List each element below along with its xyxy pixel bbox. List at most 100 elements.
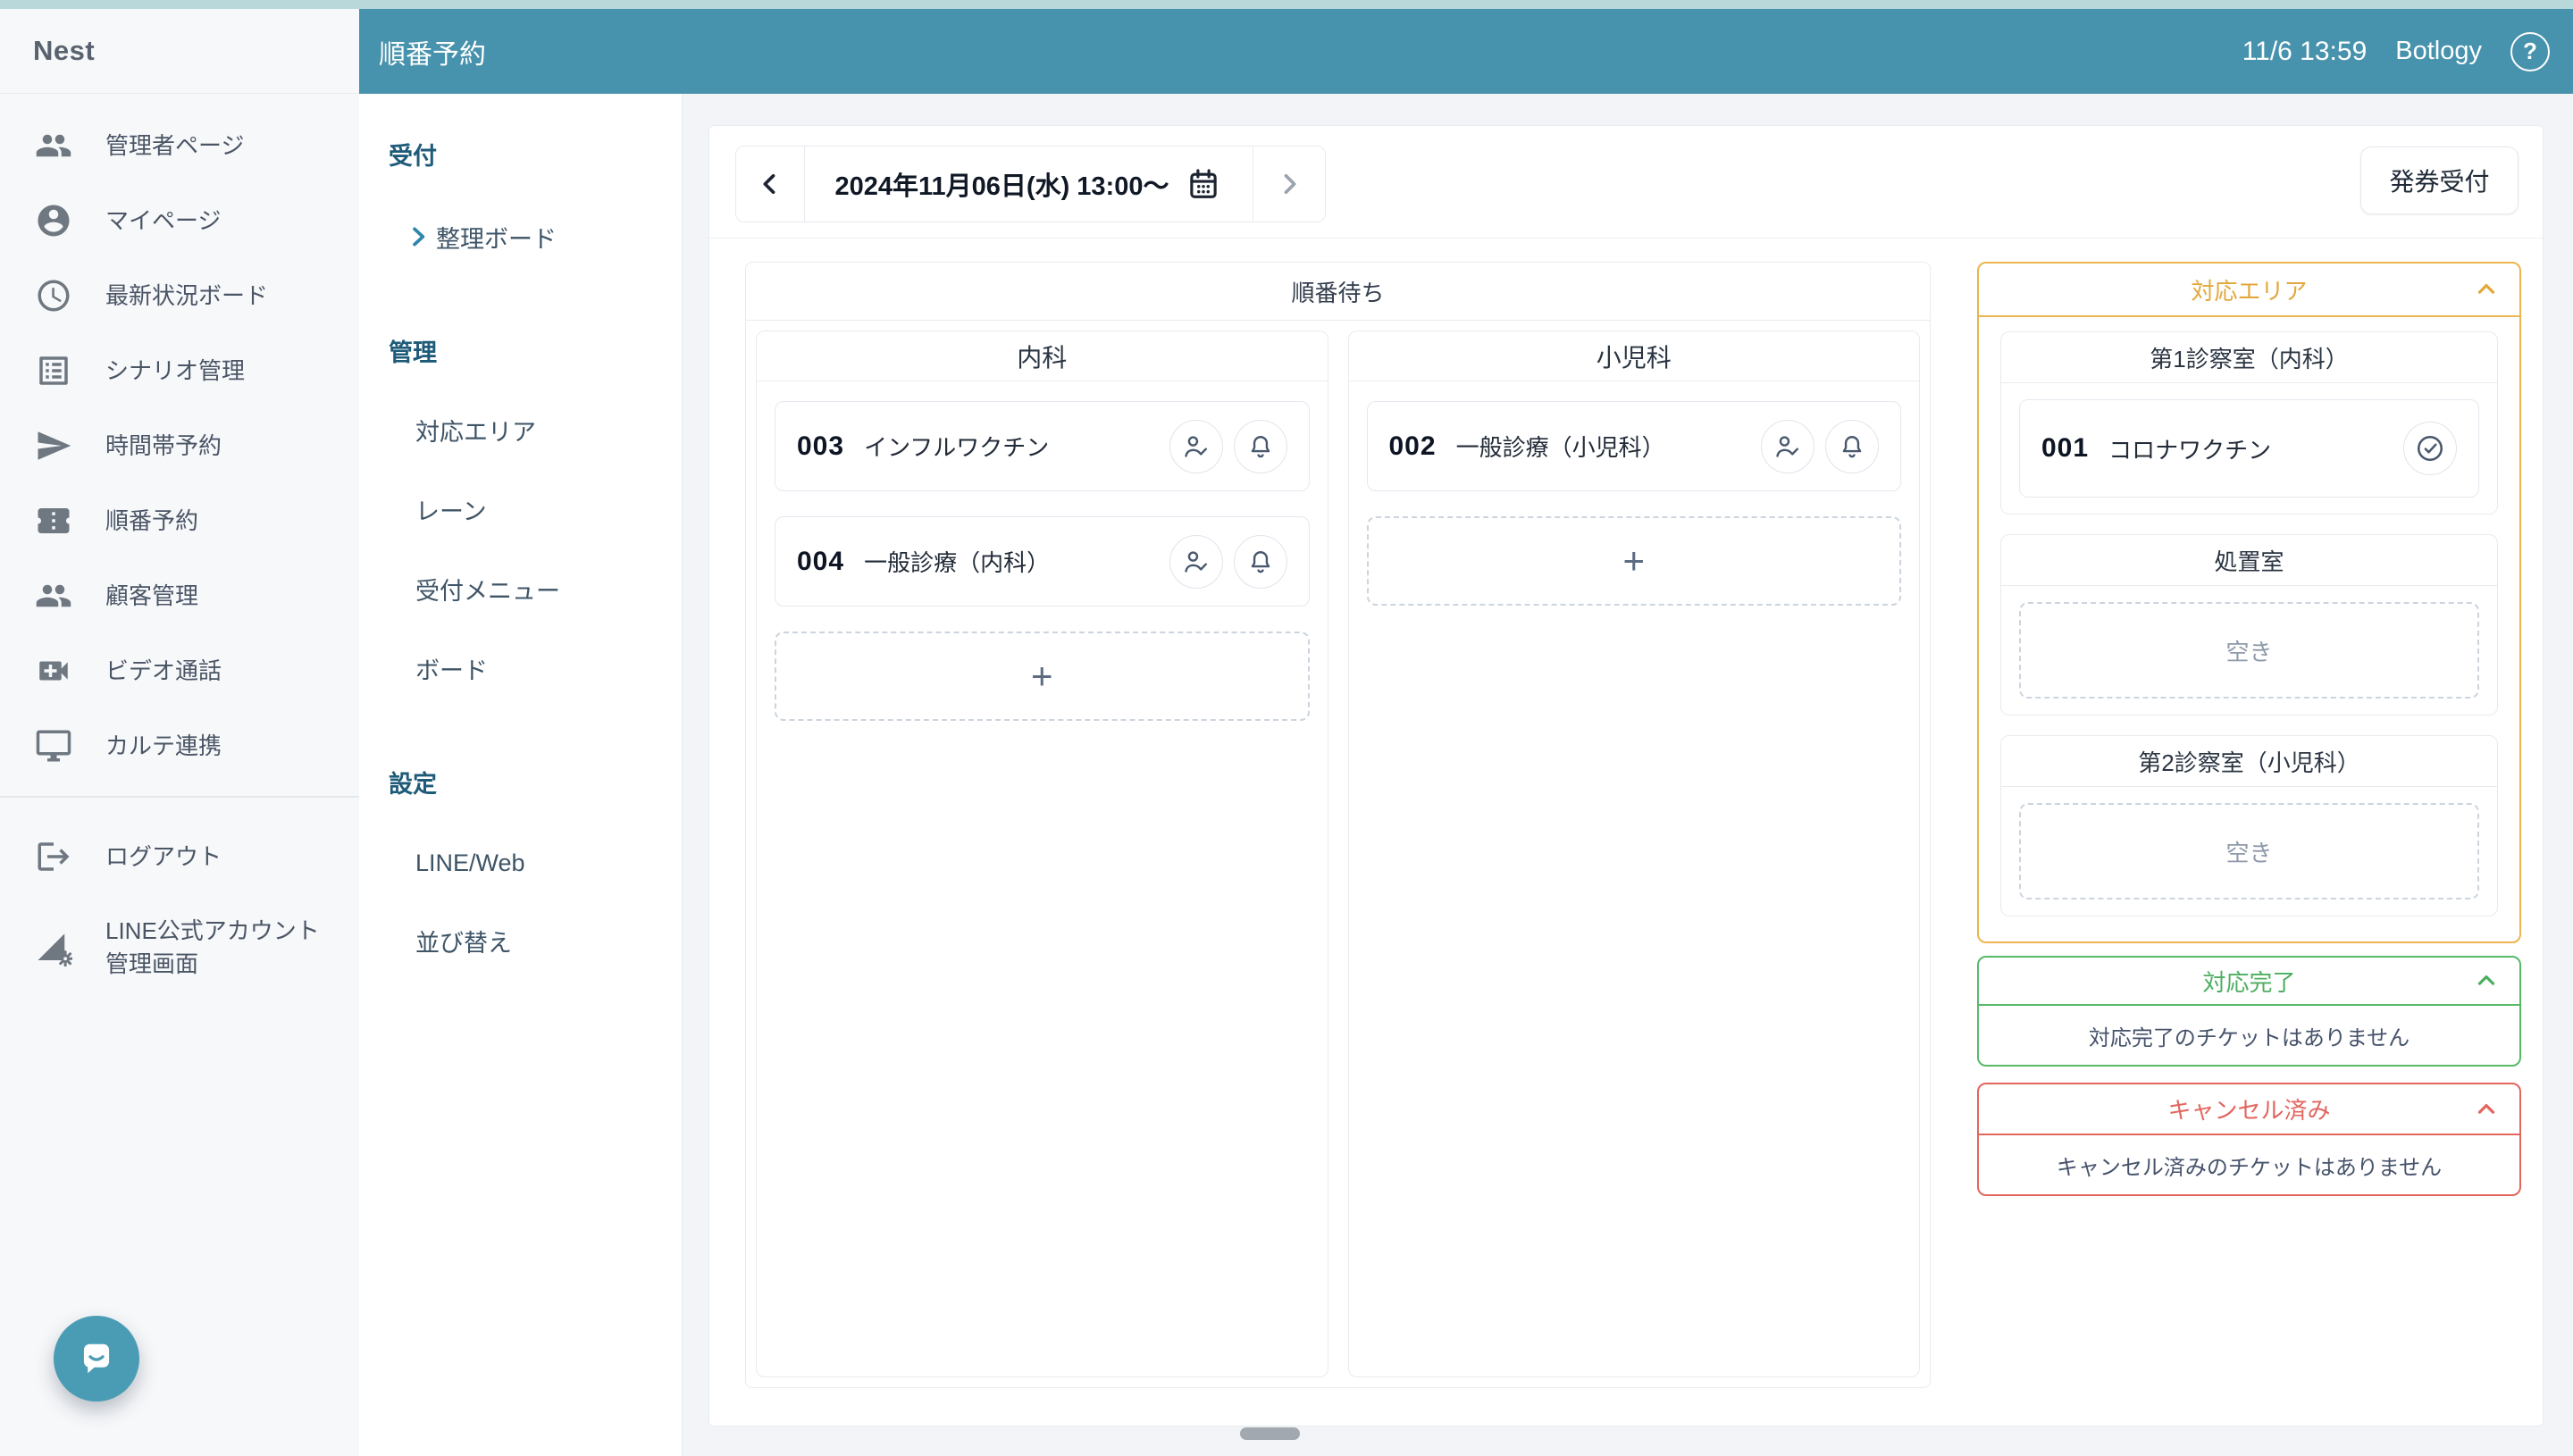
sidebar-item-karte-link[interactable]: カルテ連携 — [0, 708, 359, 783]
ticket-label: 一般診療（小児科） — [1455, 434, 1665, 461]
subnav-item-reception-menu[interactable]: 受付メニュー — [415, 571, 560, 607]
call-person-button[interactable] — [1761, 419, 1815, 473]
empty-message: キャンセル済みのチケットはありません — [2056, 1155, 2443, 1180]
status-panels: 対応エリア 第1診察室（内科） 001 コロナワクチン 処置室 空き 第2診察室… — [1977, 262, 2521, 1196]
main-content: 2024年11月06日(水) 13:00〜 発券受付 順番待ち 内科 003 イ… — [708, 125, 2544, 1427]
subnav-item-board[interactable]: ボード — [415, 650, 488, 686]
column-body: 002 一般診療（小児科） + — [1349, 381, 1920, 625]
collapse-chevron-icon[interactable] — [2473, 1096, 2500, 1123]
ticket-actions — [1169, 419, 1287, 473]
board-columns: 内科 003 インフルワクチン 004 一般診療（内科） + 小児科 002 一… — [746, 321, 1930, 1387]
panel-header: 対応エリア — [1979, 264, 2519, 317]
ticket-icon — [34, 501, 73, 540]
monitor-icon — [34, 726, 73, 766]
bell-icon — [1245, 547, 1276, 577]
date-navigator: 2024年11月06日(水) 13:00〜 — [735, 146, 1326, 222]
chevron-left-icon — [755, 169, 785, 199]
sidebar-item-label: カルテ連携 — [105, 732, 222, 759]
account-name[interactable]: Botlogy — [2395, 37, 2482, 66]
notify-bell-button[interactable] — [1233, 419, 1287, 473]
column-pediatrics: 小児科 002 一般診療（小児科） + — [1347, 331, 1920, 1377]
sidebar-item-label: シナリオ管理 — [105, 356, 246, 384]
sidebar-item-customer-management[interactable]: 顧客管理 — [0, 558, 359, 633]
sidebar-item-label: 時間帯予約 — [105, 431, 222, 459]
ticket-number: 003 — [797, 431, 845, 461]
ticket-card[interactable]: 003 インフルワクチン — [775, 401, 1310, 491]
sidebar-nav: 管理者ページ マイページ 最新状況ボード シナリオ管理 時間帯予約 順番予約 顧… — [0, 94, 359, 783]
complete-button[interactable] — [2403, 422, 2457, 475]
add-ticket-button[interactable]: + — [1366, 516, 1901, 606]
room-exam1: 第1診察室（内科） 001 コロナワクチン — [2000, 331, 2498, 515]
sidebar-item-time-reservation[interactable]: 時間帯予約 — [0, 408, 359, 483]
notify-bell-button[interactable] — [1233, 534, 1287, 589]
sidebar-item-my-page[interactable]: マイページ — [0, 183, 359, 258]
collapse-chevron-icon[interactable] — [2473, 276, 2500, 303]
room-body: 空き — [2001, 787, 2497, 916]
sidebar-item-video-call[interactable]: ビデオ通話 — [0, 633, 359, 708]
sidebar-item-label: ログアウト — [105, 842, 222, 870]
ticket-actions — [1761, 419, 1879, 473]
add-ticket-button[interactable]: + — [775, 632, 1310, 721]
ticket-label: コロナワクチン — [2108, 436, 2272, 464]
subnav-item-line-web[interactable]: LINE/Web — [415, 845, 525, 881]
bell-icon — [1837, 431, 1867, 462]
app-header: 順番予約 11/6 13:59 Botlogy ? — [359, 9, 2573, 94]
horizontal-scrollbar-thumb[interactable] — [1240, 1427, 1300, 1440]
account-circle-icon — [34, 201, 73, 240]
call-person-button[interactable] — [1169, 534, 1223, 589]
call-person-button[interactable] — [1169, 419, 1223, 473]
subnav-section-settings: 設定 — [389, 770, 437, 798]
sidebar-item-label: マイページ — [105, 206, 222, 234]
subnav-section-management: 管理 — [389, 339, 437, 366]
subnav-item-response-area[interactable]: 対応エリア — [415, 412, 536, 448]
calendar-icon — [1185, 165, 1222, 203]
subnav-item-sort[interactable]: 並び替え — [415, 923, 512, 958]
clock-icon — [34, 276, 73, 315]
help-icon[interactable]: ? — [2510, 31, 2550, 71]
subnav-item-seiri-board[interactable]: 整理ボード — [436, 219, 557, 255]
sidebar-item-scenario[interactable]: シナリオ管理 — [0, 333, 359, 408]
check-circle-icon — [2414, 432, 2446, 464]
notify-bell-button[interactable] — [1825, 419, 1879, 473]
sidebar-item-label: 最新状況ボード — [105, 281, 269, 309]
board-title: 順番待ち — [746, 263, 1930, 321]
left-sidebar: Nest 管理者ページ マイページ 最新状況ボード シナリオ管理 時間帯予約 順… — [0, 9, 359, 1456]
chat-bubble-icon — [73, 1335, 120, 1382]
sidebar-item-label: 管理者ページ — [105, 131, 245, 159]
panel-title: 対応完了 — [2202, 968, 2296, 996]
ticket-actions — [1169, 534, 1287, 589]
ticket-card[interactable]: 004 一般診療（内科） — [775, 516, 1310, 607]
cancelled-panel: キャンセル済み キャンセル済みのチケットはありません — [1977, 1083, 2521, 1196]
sidebar-item-status-board[interactable]: 最新状況ボード — [0, 258, 359, 333]
sidebar-item-admin-page[interactable]: 管理者ページ — [0, 108, 359, 183]
collapse-chevron-icon[interactable] — [2473, 967, 2500, 994]
date-picker-button[interactable]: 2024年11月06日(水) 13:00〜 — [805, 146, 1253, 222]
ticket-card[interactable]: 001 コロナワクチン — [2019, 399, 2479, 498]
issue-ticket-button[interactable]: 発券受付 — [2360, 146, 2519, 214]
room-title: 第2診察室（小児科） — [2001, 736, 2497, 787]
sidebar-item-logout[interactable]: ログアウト — [0, 819, 359, 894]
ticket-card[interactable]: 002 一般診療（小児科） — [1366, 401, 1901, 491]
sidebar-item-line-account[interactable]: LINE公式アカウント管理画面 — [0, 894, 359, 1001]
panel-header: 対応完了 — [1979, 958, 2519, 1006]
sidebar-item-queue-reservation[interactable]: 順番予約 — [0, 483, 359, 558]
send-icon — [34, 426, 73, 465]
column-body: 003 インフルワクチン 004 一般診療（内科） + — [757, 381, 1328, 741]
list-icon — [34, 351, 73, 390]
sidebar-divider — [0, 796, 359, 798]
chat-widget-button[interactable] — [54, 1316, 139, 1402]
person-check-icon — [1773, 431, 1803, 462]
sidebar-item-label: 順番予約 — [105, 506, 199, 534]
queue-reservation-app: Nest 管理者ページ マイページ 最新状況ボード シナリオ管理 時間帯予約 順… — [0, 0, 2573, 1456]
toolbar: 2024年11月06日(水) 13:00〜 発券受付 — [709, 126, 2543, 238]
line-account-icon — [34, 928, 73, 967]
prev-date-button[interactable] — [736, 146, 805, 222]
room-body: 001 コロナワクチン — [2001, 383, 2497, 514]
current-date-label: 2024年11月06日(水) 13:00〜 — [834, 172, 1169, 201]
next-date-button[interactable] — [1253, 146, 1325, 222]
sidebar-item-label: ビデオ通話 — [105, 657, 222, 684]
subnav-item-lane[interactable]: レーン — [415, 491, 487, 527]
column-title: 小児科 — [1348, 331, 1919, 381]
logo-row: Nest — [0, 9, 359, 94]
ticket-label: 一般診療（内科） — [864, 549, 1051, 576]
